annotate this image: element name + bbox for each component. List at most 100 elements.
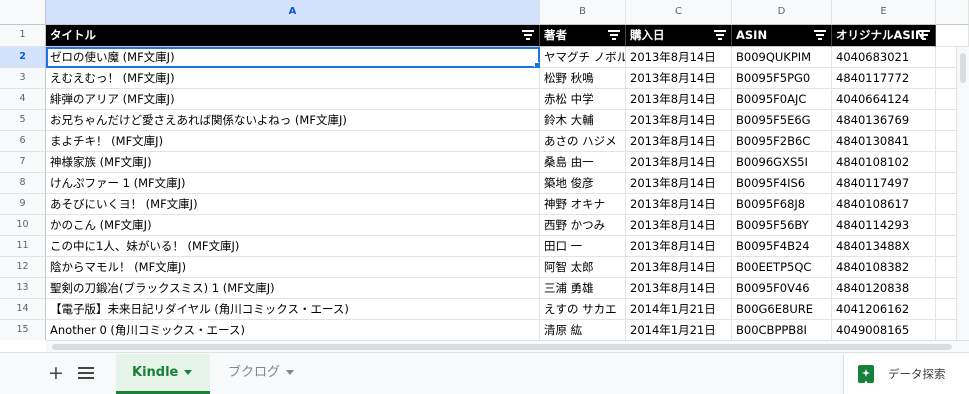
cell-asin[interactable]: B0095F0V46: [732, 278, 832, 299]
column-header-e[interactable]: E: [832, 0, 936, 25]
filter-icon[interactable]: [608, 30, 620, 40]
cell-purchase-date[interactable]: 2013年8月14日: [626, 110, 732, 131]
row-number[interactable]: 2: [0, 47, 46, 68]
cell-author[interactable]: 田口 一: [540, 236, 626, 257]
column-header-c[interactable]: C: [626, 0, 732, 25]
spreadsheet-grid[interactable]: A B C D E 1 タイトル 著者 購入日 ASIN オリジナルASIN 2…: [0, 0, 969, 340]
cell-original-asin[interactable]: 4840108102: [832, 152, 936, 173]
cell-purchase-date[interactable]: 2013年8月14日: [626, 173, 732, 194]
cell-title[interactable]: あそびにいくヨ！ (MF文庫J): [46, 194, 540, 215]
row-number[interactable]: 7: [0, 152, 46, 173]
row-number[interactable]: 1: [0, 25, 46, 47]
cell-asin[interactable]: B00EETP5QC: [732, 257, 832, 278]
caret-down-icon[interactable]: [286, 370, 295, 375]
caret-down-icon[interactable]: [184, 370, 193, 375]
header-author[interactable]: 著者: [540, 25, 626, 47]
cell-original-asin[interactable]: 4840117497: [832, 173, 936, 194]
cell-asin[interactable]: B0095F4IS6: [732, 173, 832, 194]
cell-author[interactable]: 赤松 中学: [540, 89, 626, 110]
vertical-scroll-thumb[interactable]: [960, 53, 966, 83]
cell-author[interactable]: 三浦 勇雄: [540, 278, 626, 299]
cell-author[interactable]: 清原 紘: [540, 320, 626, 340]
sheet-tab-kindle[interactable]: Kindle: [116, 354, 210, 394]
cell-purchase-date[interactable]: 2014年1月21日: [626, 320, 732, 340]
cell-title[interactable]: かのこん (MF文庫J): [46, 215, 540, 236]
cell-original-asin[interactable]: 4840136769: [832, 110, 936, 131]
cell-purchase-date[interactable]: 2014年1月21日: [626, 299, 732, 320]
header-original-asin[interactable]: オリジナルASIN: [832, 25, 936, 47]
cell-author[interactable]: 松野 秋鳴: [540, 68, 626, 89]
row-number[interactable]: 8: [0, 173, 46, 194]
plus-icon[interactable]: +: [48, 361, 64, 385]
row-number[interactable]: 14: [0, 299, 46, 320]
cell-author[interactable]: 築地 俊彦: [540, 173, 626, 194]
row-number[interactable]: 13: [0, 278, 46, 299]
cell-purchase-date[interactable]: 2013年8月14日: [626, 152, 732, 173]
cell-purchase-date[interactable]: 2013年8月14日: [626, 215, 732, 236]
cell-title[interactable]: えむえむっ！ (MF文庫J): [46, 68, 540, 89]
cell-original-asin[interactable]: 4840130841: [832, 131, 936, 152]
cell-purchase-date[interactable]: 2013年8月14日: [626, 257, 732, 278]
row-number[interactable]: 4: [0, 89, 46, 110]
cell-title[interactable]: 陰からマモル！ (MF文庫J): [46, 257, 540, 278]
cell-purchase-date[interactable]: 2013年8月14日: [626, 131, 732, 152]
cell-original-asin[interactable]: 4840117772: [832, 68, 936, 89]
cell-asin[interactable]: B0095F4B24: [732, 236, 832, 257]
row-number[interactable]: 10: [0, 215, 46, 236]
cell-author[interactable]: えすの サカエ: [540, 299, 626, 320]
cell-author[interactable]: 桑島 由一: [540, 152, 626, 173]
cell-asin[interactable]: B0095F2B6C: [732, 131, 832, 152]
cell-title[interactable]: 聖剣の刀鍛冶(ブラックスミス) 1 (MF文庫J): [46, 278, 540, 299]
row-number[interactable]: 5: [0, 110, 46, 131]
row-number[interactable]: 11: [0, 236, 46, 257]
filter-icon[interactable]: [714, 30, 726, 40]
empty-cell[interactable]: [936, 25, 969, 47]
cell-original-asin[interactable]: 4041206162: [832, 299, 936, 320]
cell-title[interactable]: 緋弾のアリア (MF文庫J): [46, 89, 540, 110]
column-header-d[interactable]: D: [732, 0, 832, 25]
column-header-f[interactable]: [936, 0, 969, 25]
cell-purchase-date[interactable]: 2013年8月14日: [626, 68, 732, 89]
cell-asin[interactable]: B0095F68J8: [732, 194, 832, 215]
cell-asin[interactable]: B0095F5E6G: [732, 110, 832, 131]
row-number[interactable]: 12: [0, 257, 46, 278]
cell-original-asin[interactable]: 4840108382: [832, 257, 936, 278]
cell-asin[interactable]: B009QUKPIM: [732, 47, 832, 68]
cell-title[interactable]: まよチキ！ (MF文庫J): [46, 131, 540, 152]
cell-asin[interactable]: B0095F5PG0: [732, 68, 832, 89]
cell-purchase-date[interactable]: 2013年8月14日: [626, 236, 732, 257]
horizontal-scroll-thumb[interactable]: [52, 344, 952, 350]
explore-button[interactable]: データ探索: [843, 354, 969, 394]
cell-original-asin[interactable]: 484013488X: [832, 236, 936, 257]
cell-original-asin[interactable]: 4040683021: [832, 47, 936, 68]
column-header-b[interactable]: B: [540, 0, 626, 25]
cell-author[interactable]: 西野 かつみ: [540, 215, 626, 236]
cell-title[interactable]: 【電子版】未来日記リダイヤル (角川コミックス・エース): [46, 299, 540, 320]
cell-purchase-date[interactable]: 2013年8月14日: [626, 194, 732, 215]
header-purchase-date[interactable]: 購入日: [626, 25, 732, 47]
cell-original-asin[interactable]: 4840120838: [832, 278, 936, 299]
cell-author[interactable]: あさの ハジメ: [540, 131, 626, 152]
select-all-corner[interactable]: [0, 0, 46, 25]
cell-purchase-date[interactable]: 2013年8月14日: [626, 278, 732, 299]
cell-title[interactable]: お兄ちゃんだけど愛さえあれば関係ないよねっ (MF文庫J): [46, 110, 540, 131]
row-number[interactable]: 3: [0, 68, 46, 89]
cell-author[interactable]: 鈴木 大輔: [540, 110, 626, 131]
cell-original-asin[interactable]: 4049008165: [832, 320, 936, 340]
cell-asin[interactable]: B00CBPPB8I: [732, 320, 832, 340]
cell-purchase-date[interactable]: 2013年8月14日: [626, 47, 732, 68]
row-number[interactable]: 9: [0, 194, 46, 215]
cell-author[interactable]: 神野 オキナ: [540, 194, 626, 215]
cell-author[interactable]: 阿智 太郎: [540, 257, 626, 278]
cell-original-asin[interactable]: 4040664124: [832, 89, 936, 110]
filter-icon[interactable]: [522, 30, 534, 40]
cell-title[interactable]: ゼロの使い魔 (MF文庫J): [46, 47, 540, 68]
row-number[interactable]: 6: [0, 131, 46, 152]
sheet-tab-booklog[interactable]: ブクログ: [212, 354, 344, 394]
cell-title[interactable]: Another 0 (角川コミックス・エース): [46, 320, 540, 340]
filter-icon[interactable]: [918, 30, 930, 40]
menu-lines-icon[interactable]: [78, 367, 94, 382]
header-asin[interactable]: ASIN: [732, 25, 832, 47]
cell-original-asin[interactable]: 4840114293: [832, 215, 936, 236]
cell-asin[interactable]: B0095F56BY: [732, 215, 832, 236]
